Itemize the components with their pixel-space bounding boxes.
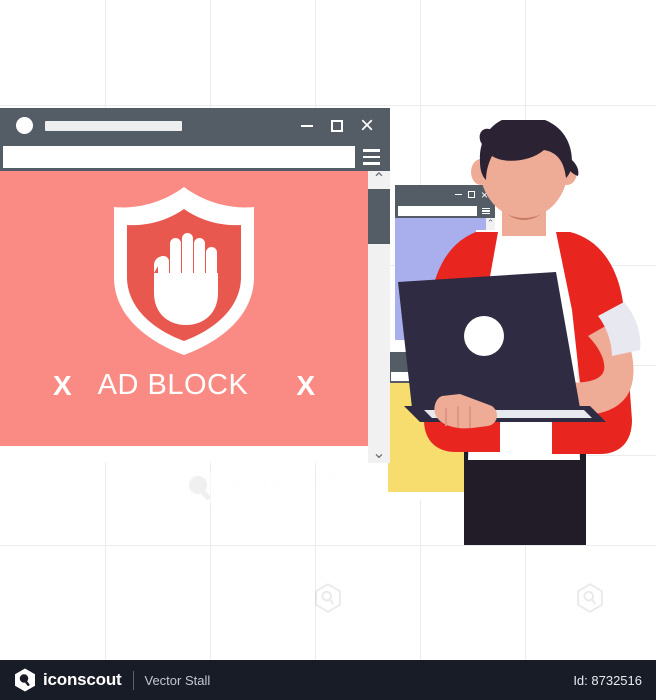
- footer-divider: [132, 670, 134, 690]
- footer-bar: iconscout Vector Stall Id: 8732516: [0, 660, 656, 700]
- window-title-placeholder: [45, 120, 182, 131]
- maximize-icon[interactable]: [322, 113, 352, 139]
- ad-block-browser-window[interactable]: × X AD BLOCK X ⌃ ⌄: [0, 108, 390, 463]
- grid-line-horizontal: [0, 105, 656, 106]
- ad-block-x-left: X: [52, 369, 72, 401]
- center-watermark: iconscout Vector Stall: [178, 464, 337, 512]
- iconscout-logo-icon: [180, 465, 220, 511]
- pants: [464, 450, 586, 545]
- window-logo-dot: [16, 117, 33, 134]
- footer-id: Id: 8732516: [573, 672, 642, 688]
- iconscout-logo-icon: [15, 668, 35, 692]
- ad-block-content-area: X AD BLOCK X: [0, 171, 368, 446]
- ad-block-label: AD BLOCK: [97, 369, 249, 401]
- iconscout-hex-icon: [315, 583, 341, 613]
- shield-stop-hand-icon: [114, 187, 254, 355]
- watermark-title: iconscout: [230, 465, 338, 494]
- iconscout-hex-icon: [577, 583, 603, 613]
- close-icon[interactable]: ×: [352, 113, 382, 139]
- watermark-subtitle: Vector Stall: [230, 494, 296, 510]
- ad-block-caption: X AD BLOCK X: [0, 369, 368, 402]
- laptop-logo-circle: [464, 316, 504, 356]
- ad-block-x-right: X: [296, 369, 316, 401]
- main-window-titlebar: ×: [0, 108, 390, 143]
- illustration-canvas: × ⌃ ⌄: [0, 0, 656, 700]
- main-url-bar[interactable]: [3, 146, 355, 168]
- footer-brand: iconscout: [43, 670, 122, 689]
- man-holding-laptop: [398, 120, 641, 545]
- main-window-controls[interactable]: ×: [292, 113, 382, 139]
- minimize-icon[interactable]: [292, 113, 322, 139]
- footer-author: Vector Stall: [144, 672, 211, 688]
- main-window-toolbar: [0, 143, 390, 171]
- main-window-body: X AD BLOCK X ⌃ ⌄: [0, 171, 390, 463]
